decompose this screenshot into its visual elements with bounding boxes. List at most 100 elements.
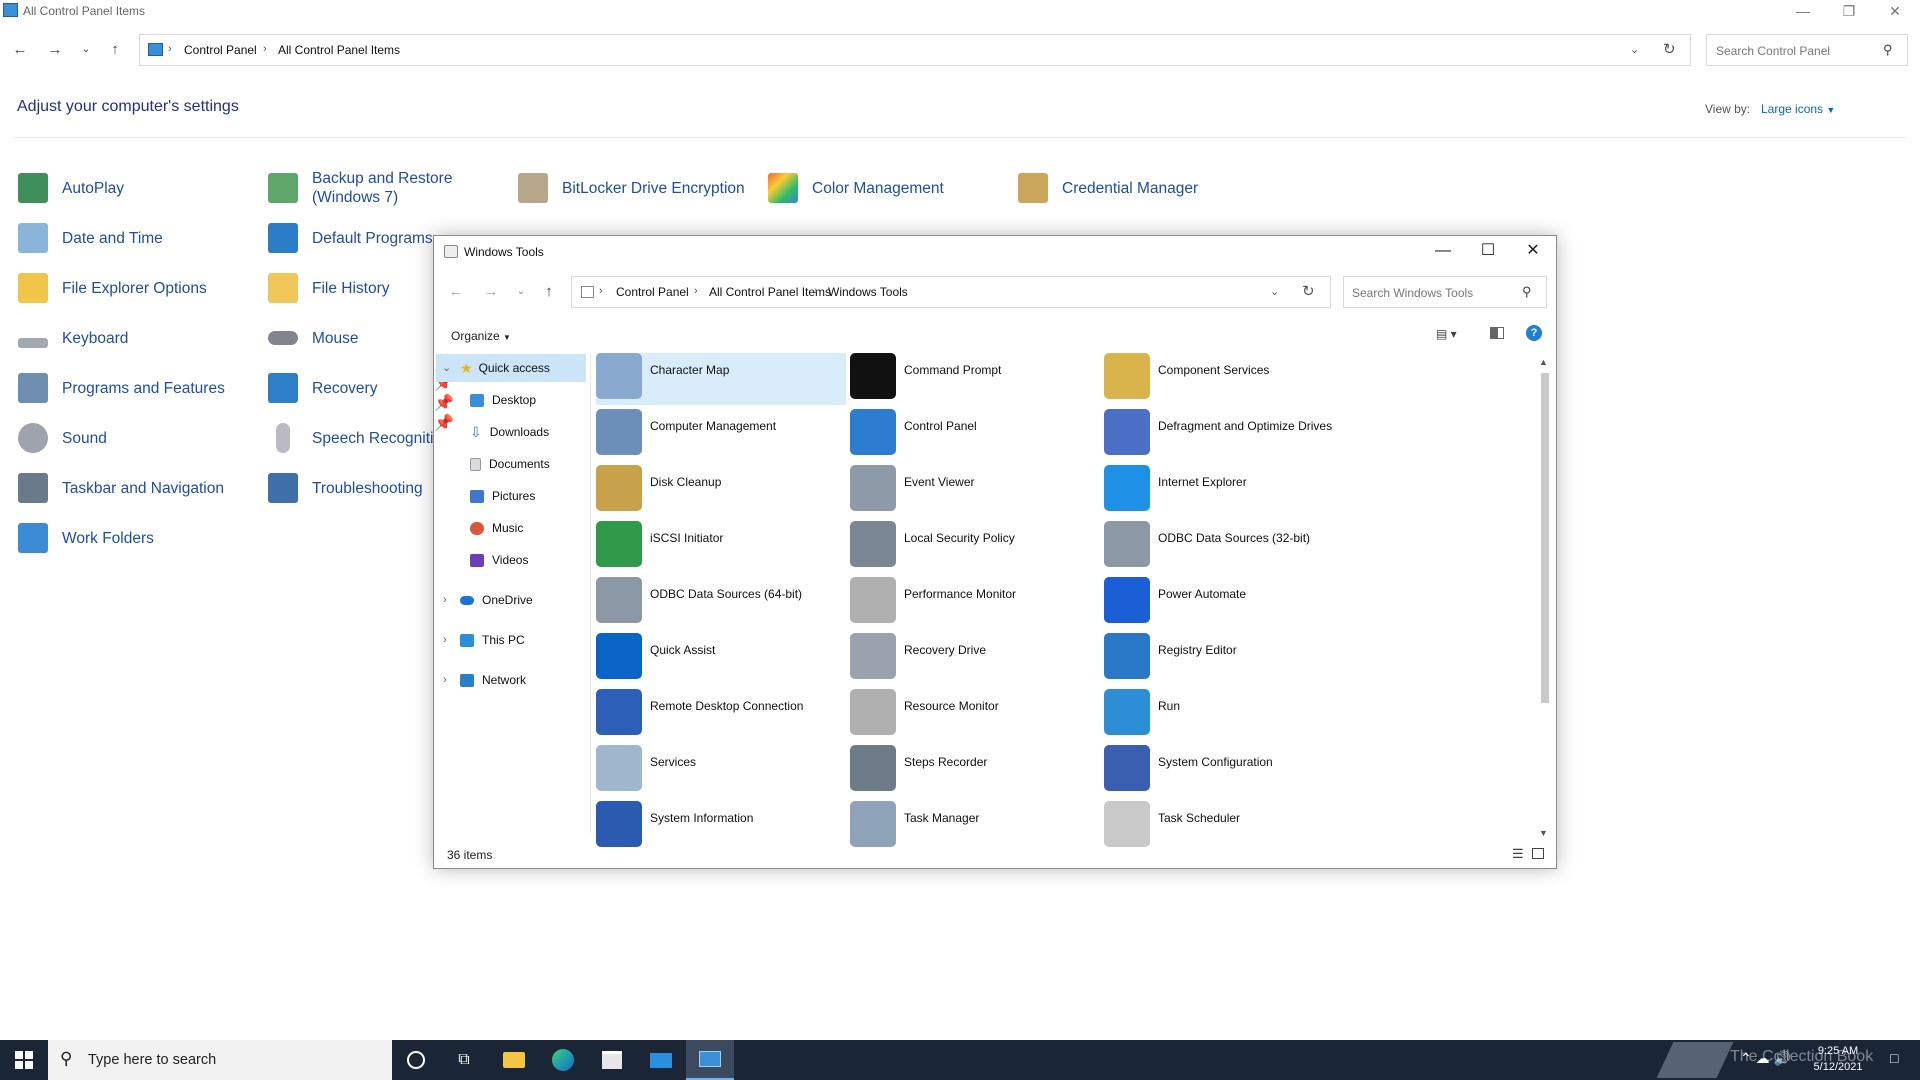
- address-bar[interactable]: › Control Panel › All Control Panel Item…: [571, 276, 1331, 308]
- edge-taskbar-button[interactable]: [539, 1040, 587, 1080]
- tool-item[interactable]: Control Panel: [850, 409, 1100, 461]
- scroll-up-arrow-icon[interactable]: ▲: [1539, 357, 1548, 367]
- tool-item[interactable]: ODBC Data Sources (32-bit): [1104, 521, 1354, 573]
- cp-item-troubleshooting[interactable]: Troubleshooting: [268, 468, 423, 508]
- tool-item[interactable]: Local Security Policy: [850, 521, 1100, 573]
- tool-item[interactable]: Task Scheduler: [1104, 801, 1354, 853]
- cp-item-color-management[interactable]: Color Management: [768, 168, 944, 208]
- tool-item[interactable]: Defragment and Optimize Drives: [1104, 409, 1354, 461]
- tool-item[interactable]: System Information: [596, 801, 846, 853]
- address-dropdown-chevron-icon[interactable]: ⌄: [1270, 285, 1279, 298]
- cp-item-sound[interactable]: Sound: [18, 418, 107, 458]
- cp-item-backup-restore[interactable]: Backup and Restore (Windows 7): [268, 168, 472, 208]
- control-panel-taskbar-button[interactable]: [686, 1040, 734, 1080]
- cortana-button[interactable]: [392, 1040, 440, 1080]
- tool-item[interactable]: Registry Editor: [1104, 633, 1354, 685]
- tool-item[interactable]: Character Map: [596, 353, 846, 405]
- tool-item[interactable]: ODBC Data Sources (64-bit): [596, 577, 846, 629]
- nav-this-pc[interactable]: This PC: [460, 626, 525, 654]
- tool-item[interactable]: Component Services: [1104, 353, 1354, 405]
- nav-quick-access[interactable]: ★ Quick access: [460, 354, 550, 382]
- minimize-button[interactable]: —: [1421, 236, 1465, 266]
- nav-network[interactable]: Network: [460, 666, 526, 694]
- close-button[interactable]: ✕: [1511, 236, 1555, 266]
- address-dropdown-chevron-icon[interactable]: ⌄: [1630, 43, 1639, 56]
- maximize-button[interactable]: ☐: [1466, 236, 1510, 266]
- tool-item[interactable]: Steps Recorder: [850, 745, 1100, 797]
- breadcrumb-all-items[interactable]: All Control Panel Items: [278, 43, 400, 57]
- help-icon[interactable]: ?: [1526, 325, 1542, 341]
- cp-item-taskbar-navigation[interactable]: Taskbar and Navigation: [18, 468, 224, 508]
- scrollbar-thumb[interactable]: [1541, 373, 1549, 703]
- search-icon[interactable]: ⚲: [1522, 284, 1532, 300]
- tool-item[interactable]: Computer Management: [596, 409, 846, 461]
- cp-item-speech-recognition[interactable]: Speech Recogniti: [268, 418, 434, 458]
- tool-item[interactable]: Disk Cleanup: [596, 465, 846, 517]
- start-button[interactable]: [0, 1040, 48, 1080]
- large-icons-view-icon[interactable]: [1532, 848, 1544, 859]
- cp-item-file-explorer-options[interactable]: File Explorer Options: [18, 268, 207, 308]
- minimize-button[interactable]: —: [1780, 0, 1826, 24]
- search-icon[interactable]: ⚲: [1883, 42, 1893, 58]
- tool-item[interactable]: System Configuration: [1104, 745, 1354, 797]
- refresh-icon[interactable]: ↻: [1663, 40, 1676, 58]
- cp-item-programs-features[interactable]: Programs and Features: [18, 368, 225, 408]
- up-arrow-icon[interactable]: ↑: [103, 38, 127, 62]
- expand-chevron-icon[interactable]: ›: [443, 594, 447, 606]
- breadcrumb-control-panel[interactable]: Control Panel: [184, 43, 257, 57]
- cp-item-work-folders[interactable]: Work Folders: [18, 518, 154, 558]
- cp-item-keyboard[interactable]: Keyboard: [18, 318, 128, 358]
- nav-videos[interactable]: Videos: [470, 546, 528, 574]
- cp-item-credential-manager[interactable]: Credential Manager: [1018, 168, 1198, 208]
- tool-item[interactable]: Resource Monitor: [850, 689, 1100, 741]
- expand-chevron-icon[interactable]: ⌄: [442, 361, 451, 374]
- cp-item-mouse[interactable]: Mouse: [268, 318, 359, 358]
- tool-item[interactable]: Performance Monitor: [850, 577, 1100, 629]
- notifications-icon[interactable]: □: [1890, 1050, 1898, 1066]
- nav-music[interactable]: Music: [470, 514, 523, 542]
- nav-desktop[interactable]: Desktop: [470, 386, 536, 414]
- tool-item[interactable]: Run: [1104, 689, 1354, 741]
- tool-item[interactable]: Task Manager: [850, 801, 1100, 853]
- cp-item-date-time[interactable]: Date and Time: [18, 218, 163, 258]
- restore-button[interactable]: ❐: [1826, 0, 1872, 24]
- close-button[interactable]: ✕: [1872, 0, 1918, 24]
- tool-item[interactable]: Quick Assist: [596, 633, 846, 685]
- details-view-icon[interactable]: ☰: [1512, 846, 1524, 862]
- nav-documents[interactable]: Documents: [470, 450, 550, 478]
- tray-icons[interactable]: ⌃ ☁ 🔊: [1740, 1050, 1791, 1067]
- cp-item-autoplay[interactable]: AutoPlay: [18, 168, 124, 208]
- preview-pane-icon[interactable]: [1490, 327, 1504, 339]
- change-view-icon[interactable]: ▤ ▾: [1436, 327, 1457, 341]
- tool-item[interactable]: Power Automate: [1104, 577, 1354, 629]
- search-windows-tools-input[interactable]: Search Windows Tools ⚲: [1343, 276, 1547, 308]
- task-view-button[interactable]: ⧉: [440, 1040, 488, 1080]
- tool-item[interactable]: Remote Desktop Connection: [596, 689, 846, 741]
- refresh-icon[interactable]: ↻: [1302, 282, 1315, 300]
- taskbar-clock[interactable]: 9:25 AM 5/12/2021: [1808, 1043, 1868, 1075]
- breadcrumb-all-items[interactable]: All Control Panel Items: [709, 285, 831, 299]
- forward-arrow-icon[interactable]: →: [479, 280, 503, 304]
- store-taskbar-button[interactable]: [588, 1040, 636, 1080]
- back-arrow-icon[interactable]: ←: [444, 280, 468, 304]
- breadcrumb-windows-tools[interactable]: Windows Tools: [828, 285, 908, 299]
- tool-item[interactable]: iSCSI Initiator: [596, 521, 846, 573]
- tool-item[interactable]: Recovery Drive: [850, 633, 1100, 685]
- up-arrow-icon[interactable]: ↑: [537, 280, 561, 304]
- cp-item-bitlocker[interactable]: BitLocker Drive Encryption: [518, 168, 745, 208]
- address-bar[interactable]: › Control Panel › All Control Panel Item…: [139, 34, 1691, 66]
- nav-downloads[interactable]: ⇩ Downloads: [470, 418, 549, 446]
- cp-item-recovery[interactable]: Recovery: [268, 368, 377, 408]
- expand-chevron-icon[interactable]: ›: [443, 634, 447, 646]
- nav-pictures[interactable]: Pictures: [470, 482, 535, 510]
- recent-locations-chevron-icon[interactable]: ⌄: [509, 280, 533, 304]
- tool-item[interactable]: Services: [596, 745, 846, 797]
- cp-item-default-programs[interactable]: Default Programs: [268, 218, 433, 258]
- tool-item[interactable]: Command Prompt: [850, 353, 1100, 405]
- cp-item-file-history[interactable]: File History: [268, 268, 390, 308]
- tool-item[interactable]: Event Viewer: [850, 465, 1100, 517]
- view-by-dropdown[interactable]: Large icons ▼: [1761, 102, 1835, 116]
- mail-taskbar-button[interactable]: [637, 1040, 685, 1080]
- file-explorer-taskbar-button[interactable]: [490, 1040, 538, 1080]
- expand-chevron-icon[interactable]: ›: [443, 674, 447, 686]
